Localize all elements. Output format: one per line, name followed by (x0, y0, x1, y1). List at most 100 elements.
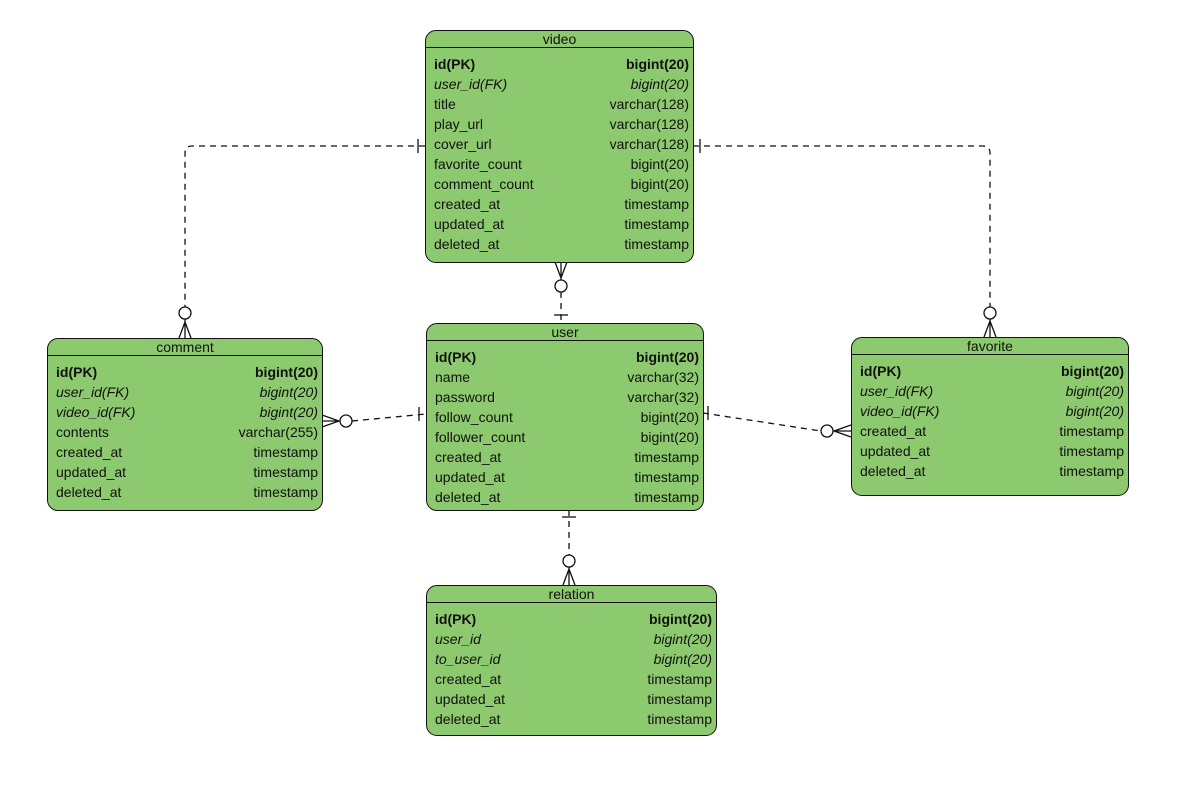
column-name: created_at (435, 671, 502, 687)
column-row: deleted_at timestamp (426, 234, 693, 254)
column-name: cover_url (434, 136, 492, 152)
column-type: bigint(20) (630, 156, 689, 172)
column-name: to_user_id (435, 651, 501, 667)
column-type: timestamp (634, 449, 699, 465)
column-type: bigint(20) (259, 384, 318, 400)
column-name: contents (56, 424, 109, 440)
column-row: contents varchar(255) (48, 422, 322, 442)
column-name: deleted_at (56, 484, 122, 500)
column-row: follower_count bigint(20) (427, 427, 703, 447)
column-type: timestamp (624, 196, 689, 212)
column-row: id(PK) bigint(20) (852, 361, 1128, 381)
column-row: comment_count bigint(20) (426, 174, 693, 194)
column-row: id(PK) bigint(20) (427, 347, 703, 367)
column-row: created_at timestamp (427, 447, 703, 467)
column-type: timestamp (624, 236, 689, 252)
column-type: varchar(32) (627, 389, 699, 405)
link-user-relation (562, 510, 576, 586)
column-name: favorite_count (434, 156, 522, 172)
column-type: varchar(128) (609, 136, 689, 152)
column-list: id(PK) bigint(20) user_id(FK) bigint(20)… (852, 355, 1128, 481)
column-row: updated_at timestamp (426, 214, 693, 234)
column-row: updated_at timestamp (852, 441, 1128, 461)
column-name: id(PK) (56, 364, 98, 380)
column-name: created_at (860, 423, 927, 439)
column-type: timestamp (647, 691, 712, 707)
link-user-video (554, 261, 568, 323)
column-type: bigint(20) (636, 349, 699, 365)
column-name: follower_count (435, 429, 526, 445)
column-name: id(PK) (860, 363, 902, 379)
column-list: id(PK) bigint(20) user_id(FK) bigint(20)… (48, 356, 322, 502)
column-row: user_id(FK) bigint(20) (426, 74, 693, 94)
column-type: bigint(20) (640, 409, 699, 425)
column-type: timestamp (1059, 443, 1124, 459)
column-type: bigint(20) (255, 364, 318, 380)
link-video-comment (178, 139, 425, 339)
column-name: updated_at (434, 216, 505, 232)
column-row: video_id(FK) bigint(20) (852, 401, 1128, 421)
column-row: to_user_id bigint(20) (427, 649, 716, 669)
column-name: name (435, 369, 471, 385)
column-row: updated_at timestamp (427, 467, 703, 487)
entity-comment[interactable]: comment id(PK) bigint(20) user_id(FK) bi… (47, 338, 323, 511)
column-name: comment_count (434, 176, 534, 192)
column-row: cover_url varchar(128) (426, 134, 693, 154)
column-type: timestamp (253, 464, 318, 480)
column-type: bigint(20) (626, 56, 689, 72)
column-type: bigint(20) (640, 429, 699, 445)
column-name: updated_at (435, 691, 506, 707)
column-name: created_at (435, 449, 502, 465)
link-user-favorite (702, 406, 852, 438)
column-row: updated_at timestamp (48, 462, 322, 482)
column-name: title (434, 96, 456, 112)
column-name: deleted_at (435, 489, 501, 505)
column-name: updated_at (860, 443, 931, 459)
entity-title: comment (48, 339, 322, 356)
column-name: id(PK) (435, 349, 477, 365)
column-row: id(PK) bigint(20) (426, 54, 693, 74)
column-row: created_at timestamp (427, 669, 716, 689)
column-row: password varchar(32) (427, 387, 703, 407)
entity-favorite[interactable]: favorite id(PK) bigint(20) user_id(FK) b… (851, 337, 1129, 496)
column-type: timestamp (253, 444, 318, 460)
column-row: created_at timestamp (426, 194, 693, 214)
column-type: timestamp (647, 711, 712, 727)
column-row: deleted_at timestamp (48, 482, 322, 502)
entity-relation[interactable]: relation id(PK) bigint(20) user_id bigin… (426, 585, 717, 736)
column-name: deleted_at (860, 463, 926, 479)
column-type: timestamp (1059, 463, 1124, 479)
entity-video[interactable]: video id(PK) bigint(20) user_id(FK) bigi… (425, 30, 694, 263)
column-type: timestamp (1059, 423, 1124, 439)
column-type: timestamp (634, 469, 699, 485)
column-row: deleted_at timestamp (427, 709, 716, 729)
er-diagram: video id(PK) bigint(20) user_id(FK) bigi… (0, 0, 1183, 786)
column-type: bigint(20) (1065, 383, 1124, 399)
column-type: bigint(20) (653, 631, 712, 647)
column-name: play_url (434, 116, 484, 132)
entity-user[interactable]: user id(PK) bigint(20) name varchar(32) … (426, 323, 704, 511)
column-row: play_url varchar(128) (426, 114, 693, 134)
column-type: varchar(128) (609, 116, 689, 132)
column-name: updated_at (56, 464, 127, 480)
entity-title: favorite (852, 338, 1128, 355)
entity-title: relation (427, 586, 716, 603)
column-list: id(PK) bigint(20) user_id bigint(20) to_… (427, 603, 716, 729)
column-type: bigint(20) (1065, 403, 1124, 419)
column-name: deleted_at (434, 236, 500, 252)
column-name: created_at (56, 444, 123, 460)
column-name: follow_count (435, 409, 513, 425)
column-type: bigint(20) (1061, 363, 1124, 379)
column-type: bigint(20) (259, 404, 318, 420)
column-row: user_id(FK) bigint(20) (48, 382, 322, 402)
column-name: updated_at (435, 469, 506, 485)
column-row: deleted_at timestamp (852, 461, 1128, 481)
column-type: timestamp (253, 484, 318, 500)
column-row: deleted_at timestamp (427, 487, 703, 507)
column-type: timestamp (634, 489, 699, 505)
column-list: id(PK) bigint(20) name varchar(32) passw… (427, 341, 703, 507)
column-name: deleted_at (435, 711, 501, 727)
column-name: user_id(FK) (434, 76, 508, 92)
column-name: user_id (435, 631, 481, 647)
column-list: id(PK) bigint(20) user_id(FK) bigint(20)… (426, 48, 693, 254)
